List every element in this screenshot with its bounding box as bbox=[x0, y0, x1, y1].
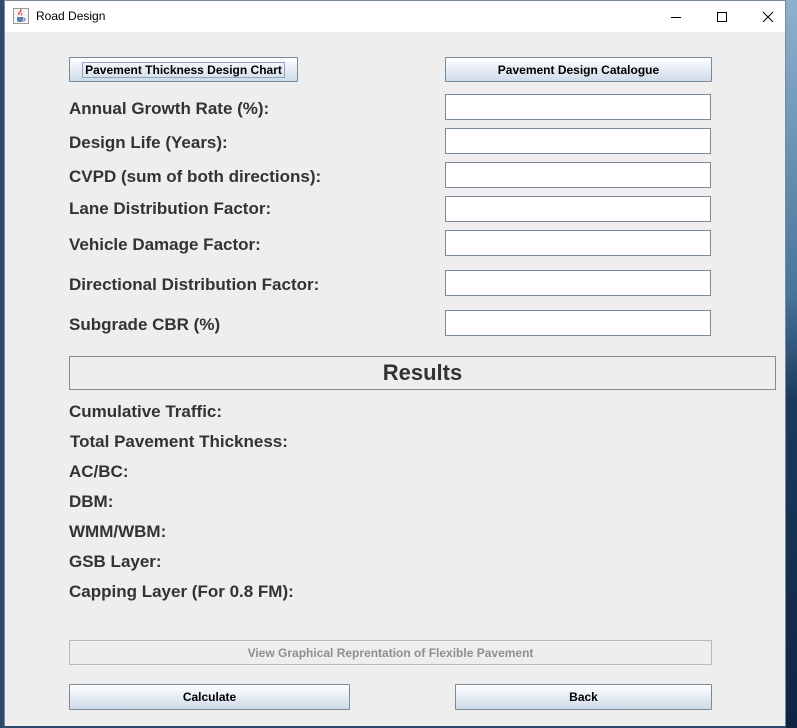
pavement-thickness-chart-label: Pavement Thickness Design Chart bbox=[82, 61, 285, 78]
annual-growth-rate-input[interactable] bbox=[445, 94, 711, 120]
annual-growth-rate-label: Annual Growth Rate (%): bbox=[69, 99, 270, 118]
pavement-design-catalogue-label: Pavement Design Catalogue bbox=[497, 62, 660, 77]
pavement-thickness-chart-button[interactable]: Pavement Thickness Design Chart bbox=[69, 57, 298, 82]
directional-distribution-factor-label: Directional Distribution Factor: bbox=[69, 275, 320, 294]
view-graphical-representation-label: View Graphical Reprentation of Flexible … bbox=[247, 645, 534, 660]
view-graphical-representation-button[interactable]: View Graphical Reprentation of Flexible … bbox=[69, 640, 712, 665]
results-heading-box: Results bbox=[69, 356, 776, 390]
design-life-label: Design Life (Years): bbox=[69, 133, 228, 152]
ac-bc-label: AC/BC: bbox=[69, 462, 129, 481]
content-panel: Pavement Thickness Design Chart Pavement… bbox=[5, 32, 785, 726]
vehicle-damage-factor-label: Vehicle Damage Factor: bbox=[69, 235, 261, 254]
back-label: Back bbox=[569, 690, 598, 704]
directional-distribution-factor-input[interactable] bbox=[445, 270, 711, 296]
pavement-design-catalogue-button[interactable]: Pavement Design Catalogue bbox=[445, 57, 712, 82]
subgrade-cbr-label: Subgrade CBR (%) bbox=[69, 315, 221, 334]
design-life-input[interactable] bbox=[445, 128, 711, 154]
cvpd-label: CVPD (sum of both directions): bbox=[69, 167, 322, 186]
desktop-background bbox=[786, 0, 797, 728]
results-heading: Results bbox=[382, 360, 463, 385]
close-button[interactable] bbox=[745, 1, 791, 32]
minimize-icon bbox=[671, 16, 681, 18]
window-title: Road Design bbox=[36, 9, 106, 23]
cvpd-input[interactable] bbox=[445, 162, 711, 188]
capping-layer-label: Capping Layer (For 0.8 FM): bbox=[69, 582, 294, 601]
subgrade-cbr-input[interactable] bbox=[445, 310, 711, 336]
title-bar[interactable]: Road Design bbox=[5, 1, 785, 32]
total-pavement-thickness-label: Total Pavement Thickness: bbox=[70, 432, 288, 451]
close-icon bbox=[762, 11, 774, 22]
dbm-label: DBM: bbox=[69, 492, 114, 511]
minimize-button[interactable] bbox=[653, 1, 699, 32]
maximize-icon bbox=[717, 11, 727, 22]
back-button[interactable]: Back bbox=[455, 684, 712, 710]
vehicle-damage-factor-input[interactable] bbox=[445, 230, 711, 256]
wmm-wbm-label: WMM/WBM: bbox=[69, 522, 167, 541]
lane-distribution-factor-label: Lane Distribution Factor: bbox=[69, 199, 272, 218]
lane-distribution-factor-input[interactable] bbox=[445, 196, 711, 222]
cumulative-traffic-label: Cumulative Traffic: bbox=[69, 402, 223, 421]
java-coffee-cup-icon bbox=[13, 8, 29, 24]
gsb-layer-label: GSB Layer: bbox=[69, 552, 162, 571]
road-design-window: Road Design Pavement Thickness Design Ch… bbox=[4, 0, 786, 726]
calculate-button[interactable]: Calculate bbox=[69, 684, 350, 710]
maximize-button[interactable] bbox=[699, 1, 745, 32]
calculate-label: Calculate bbox=[182, 690, 237, 704]
